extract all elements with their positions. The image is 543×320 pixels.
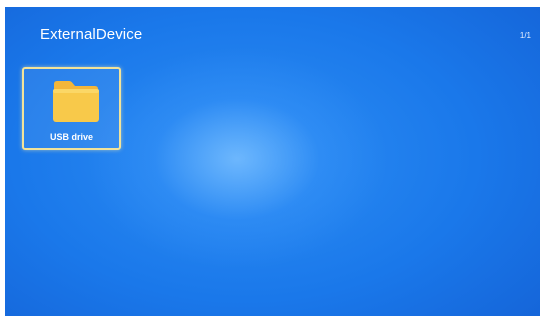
page-title: ExternalDevice: [40, 26, 143, 43]
device-label: USB drive: [49, 132, 93, 142]
tv-screen: ExternalDevice 1/1 USB drive: [5, 7, 540, 316]
device-tile-usb-drive[interactable]: USB drive: [22, 67, 121, 150]
folder-icon: [53, 81, 99, 122]
page-indicator: 1/1: [519, 31, 531, 40]
